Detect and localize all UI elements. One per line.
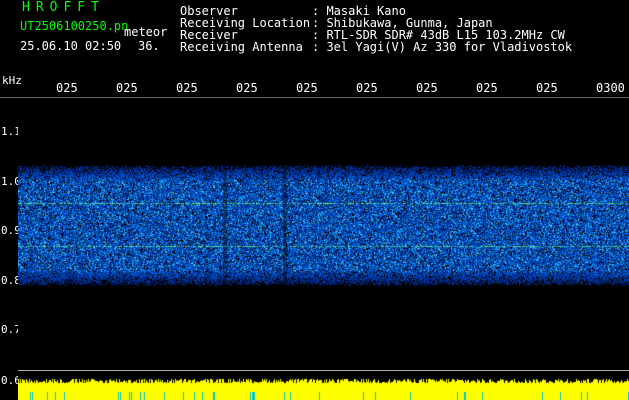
observation-datetime: 25.06.10 02:50 [20, 39, 122, 53]
x-tick-label: 025 [116, 81, 138, 95]
echo-count: 36. [138, 39, 160, 53]
antenna-label: Receiving Antenna [180, 40, 303, 54]
power-strip [18, 378, 629, 400]
x-tick-label: 025 [356, 81, 378, 95]
app-title: HROFFT [22, 0, 105, 15]
x-tick-label: 025 [536, 81, 558, 95]
x-tick-label: 025 [236, 81, 258, 95]
observation-type: meteor [124, 25, 168, 39]
antenna-value: : 3el Yagi(V) Az 330 for Vladivostok [312, 40, 573, 54]
y-axis-unit: kHz [2, 74, 22, 87]
time-axis-line [0, 97, 629, 98]
baseline-line [18, 370, 629, 371]
x-tick-label: 025 [416, 81, 438, 95]
x-tick-label: 025 [56, 81, 78, 95]
spectrogram [18, 100, 629, 385]
x-tick-label: 0300 [596, 81, 625, 95]
file-name: UT2506100250.pn [20, 19, 129, 33]
x-tick-label: 025 [296, 81, 318, 95]
x-tick-label: 025 [176, 81, 198, 95]
x-tick-label: 025 [476, 81, 498, 95]
